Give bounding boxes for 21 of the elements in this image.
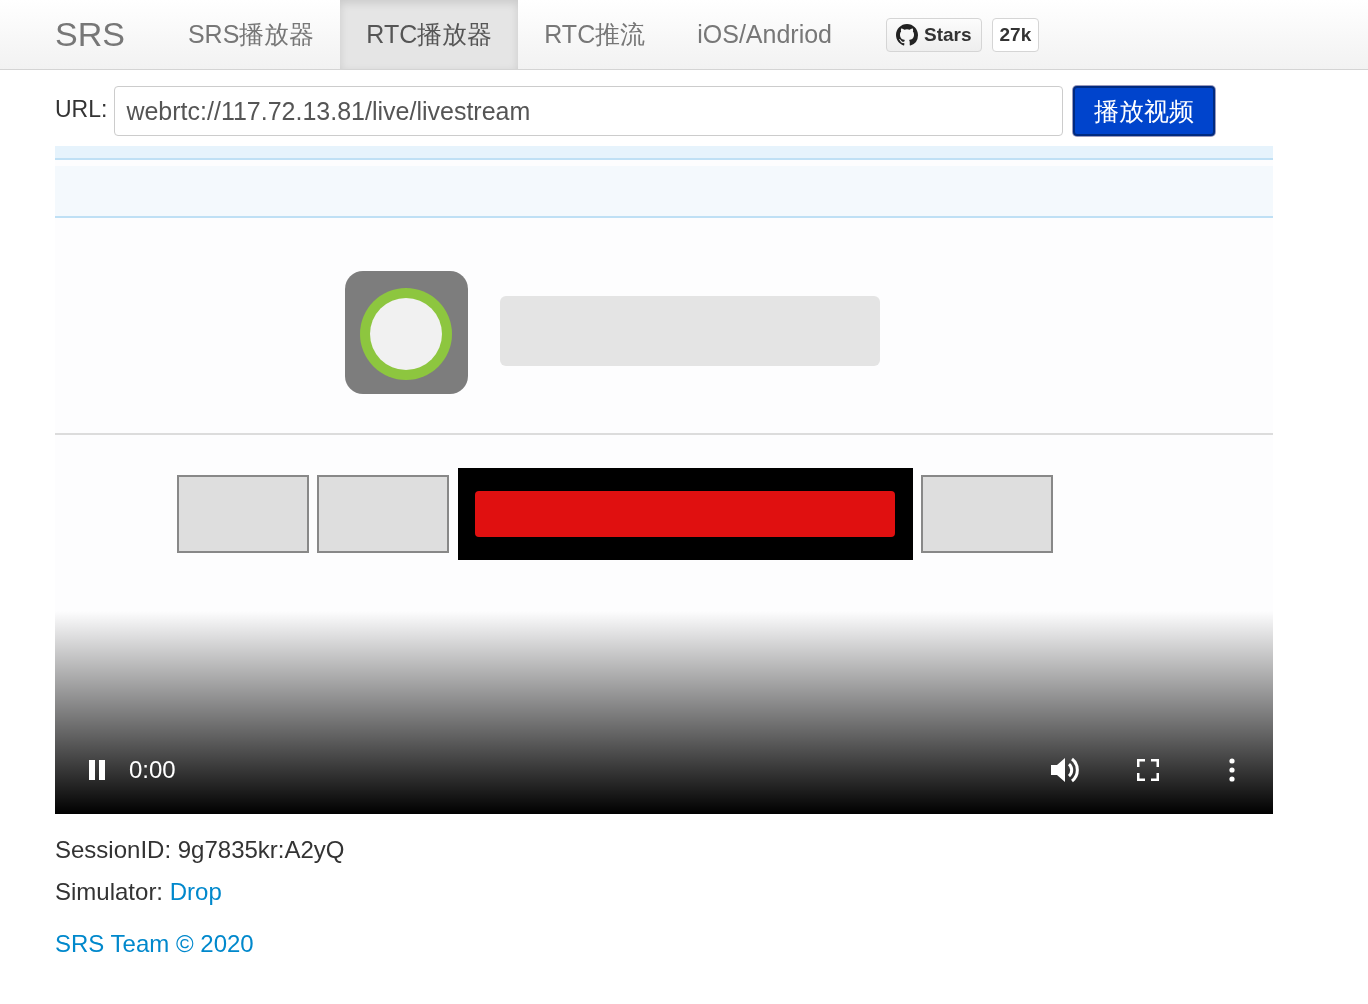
video-time: 0:00 [129, 756, 176, 784]
nav-tab[interactable]: RTC播放器 [340, 0, 519, 69]
simulator-label: Simulator: [55, 878, 164, 906]
github-icon [896, 23, 918, 46]
play-video-button[interactable]: 播放视频 [1073, 86, 1216, 136]
nav-tab[interactable]: iOS/Andriod [671, 0, 858, 69]
url-field[interactable]: webrtc://117.72.13.81/live/livestream [114, 86, 1064, 136]
star-count[interactable]: 27k [991, 17, 1040, 52]
url-label: URL: [55, 96, 108, 123]
more-options-icon[interactable] [1229, 758, 1235, 782]
simulator-link[interactable]: Drop [169, 878, 222, 906]
session-label: SessionID: [55, 836, 172, 864]
session-id: 9g7835kr:A2yQ [177, 836, 345, 864]
brand-link[interactable]: SRS [55, 0, 125, 69]
nav-tab[interactable]: RTC推流 [518, 0, 672, 69]
fullscreen-icon[interactable] [1137, 759, 1159, 781]
footer-link[interactable]: SRS Team © 2020 [55, 930, 254, 957]
pause-icon[interactable] [87, 759, 107, 781]
nav-tab[interactable]: SRS播放器 [161, 0, 341, 69]
volume-icon[interactable] [1049, 756, 1079, 784]
github-stars-button[interactable]: Stars [886, 17, 982, 52]
